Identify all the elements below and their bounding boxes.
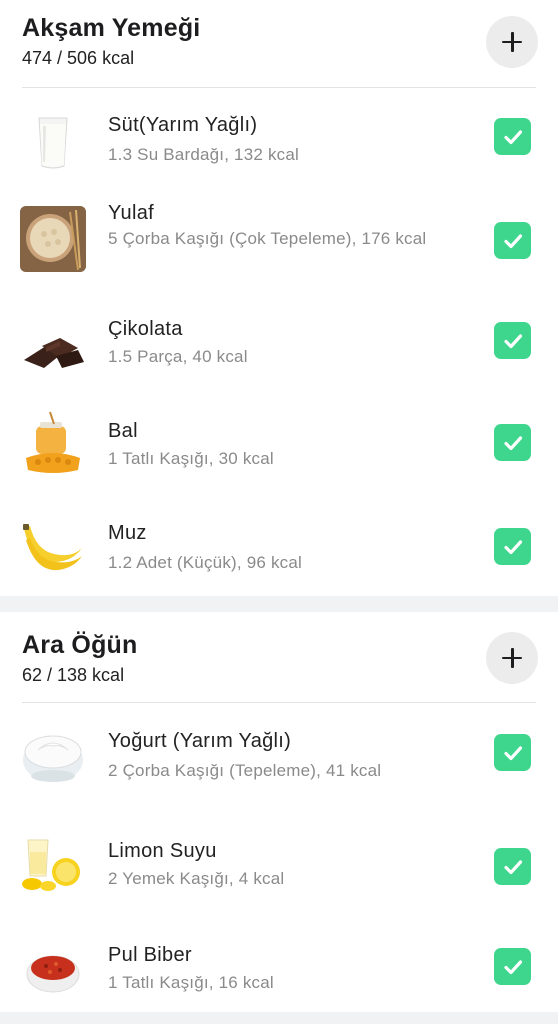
food-name: Pul Biber [108,944,192,966]
food-item-chili-flakes[interactable]: Pul Biber 1 Tatlı Kaşığı, 16 kcal [0,924,558,1024]
meal-header: Ara Öğün 62 / 138 kcal [0,612,558,704]
food-detail: 1.5 Parça, 40 kcal [108,347,248,366]
checkmark-icon [503,959,522,974]
food-name: Limon Suyu [108,840,217,862]
honey-icon [20,410,86,476]
food-detail: 1.3 Su Bardağı, 132 kcal [108,145,299,164]
eaten-checkbox[interactable] [494,948,531,985]
food-item-lemon-juice[interactable]: Limon Suyu 2 Yemek Kaşığı, 4 kcal [0,824,558,924]
food-item-honey[interactable]: Bal 1 Tatlı Kaşığı, 30 kcal [0,406,558,506]
food-name: Bal [108,420,138,442]
milk-glass-icon [20,110,86,176]
food-detail: 5 Çorba Kaşığı (Çok Tepeleme), 176 kcal [108,229,427,248]
eaten-checkbox[interactable] [494,322,531,359]
plus-icon [502,32,522,52]
banana-icon [20,514,86,580]
checkmark-icon [503,859,522,874]
add-food-button[interactable] [486,16,538,68]
oats-bowl-icon [20,206,86,272]
food-name: Çikolata [108,318,183,340]
add-food-button[interactable] [486,632,538,684]
checkmark-icon [503,129,522,144]
food-name: Muz [108,522,147,544]
eaten-checkbox[interactable] [494,528,531,565]
checkmark-icon [503,333,522,348]
food-item-yogurt[interactable]: Yoğurt (Yarım Yağlı) 2 Çorba Kaşığı (Tep… [0,704,558,804]
meal-section-dinner: Akşam Yemeği 474 / 506 kcal Süt(Yarım Ya… [0,0,558,596]
meal-title: Akşam Yemeği [22,14,201,42]
food-detail: 1 Tatlı Kaşığı, 30 kcal [108,449,274,468]
food-detail: 2 Çorba Kaşığı (Tepeleme), 41 kcal [108,761,382,780]
eaten-checkbox[interactable] [494,424,531,461]
checkmark-icon [503,435,522,450]
divider [22,702,536,703]
food-name: Yulaf [108,202,154,224]
food-item-chocolate[interactable]: Çikolata 1.5 Parça, 40 kcal [0,304,558,404]
checkmark-icon [503,233,522,248]
food-item-banana[interactable]: Muz 1.2 Adet (Küçük), 96 kcal [0,508,558,608]
meal-calories: 474 / 506 kcal [22,48,135,68]
eaten-checkbox[interactable] [494,222,531,259]
meal-header: Akşam Yemeği 474 / 506 kcal [0,0,558,88]
chili-flakes-icon [20,934,86,1000]
yogurt-bowl-icon [20,724,86,790]
food-detail: 1.2 Adet (Küçük), 96 kcal [108,553,302,572]
meal-title: Ara Öğün [22,631,138,659]
food-detail: 1 Tatlı Kaşığı, 16 kcal [108,973,274,992]
checkmark-icon [503,745,522,760]
eaten-checkbox[interactable] [494,848,531,885]
food-item-oats[interactable]: Yulaf 5 Çorba Kaşığı (Çok Tepeleme), 176… [0,188,558,288]
checkmark-icon [503,539,522,554]
eaten-checkbox[interactable] [494,734,531,771]
lemon-juice-icon [20,828,86,894]
eaten-checkbox[interactable] [494,118,531,155]
meal-section-snack: Ara Öğün 62 / 138 kcal Yoğurt (Yarım Yağ… [0,612,558,1012]
food-name: Süt(Yarım Yağlı) [108,114,258,136]
food-detail: 2 Yemek Kaşığı, 4 kcal [108,869,285,888]
food-item-milk[interactable]: Süt(Yarım Yağlı) 1.3 Su Bardağı, 132 kca… [0,88,558,188]
chocolate-icon [20,316,86,382]
plus-icon [502,648,522,668]
meal-calories: 62 / 138 kcal [22,665,125,685]
food-name: Yoğurt (Yarım Yağlı) [108,730,292,752]
